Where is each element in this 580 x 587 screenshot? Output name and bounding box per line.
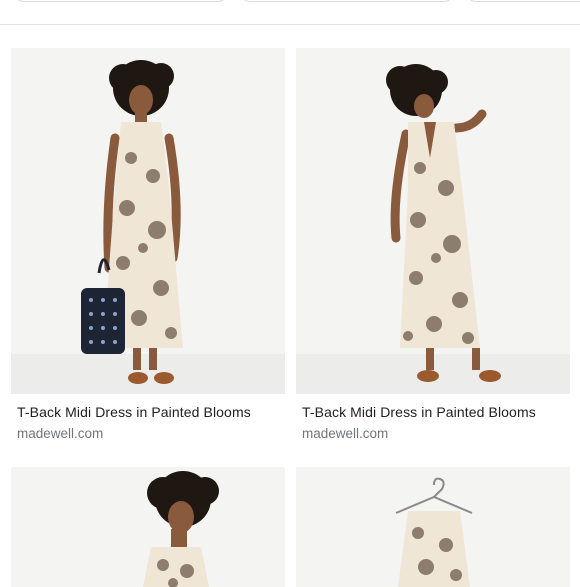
image-result-card[interactable] [11, 467, 285, 587]
filter-chip[interactable] [14, 0, 228, 2]
product-image[interactable] [11, 48, 285, 394]
filter-chip[interactable] [240, 0, 454, 2]
result-title[interactable]: T-Back Midi Dress in Painted Blooms [302, 404, 570, 420]
dress-on-hanger-illustration [395, 477, 473, 587]
header-divider [0, 24, 580, 25]
image-result-card[interactable]: T-Back Midi Dress in Painted Blooms made… [296, 48, 570, 441]
product-image[interactable] [296, 467, 570, 587]
model-front-illustration [81, 60, 183, 384]
result-source[interactable]: madewell.com [17, 426, 285, 441]
filter-chips-row [0, 0, 580, 2]
model-closeup-illustration [143, 471, 219, 587]
image-result-card[interactable] [296, 467, 570, 587]
result-title[interactable]: T-Back Midi Dress in Painted Blooms [17, 404, 285, 420]
filter-chip[interactable] [466, 0, 580, 2]
product-image[interactable] [296, 48, 570, 394]
image-result-card[interactable]: T-Back Midi Dress in Painted Blooms made… [11, 48, 285, 441]
product-image[interactable] [11, 467, 285, 587]
result-source[interactable]: madewell.com [302, 426, 570, 441]
model-back-illustration [386, 64, 501, 382]
